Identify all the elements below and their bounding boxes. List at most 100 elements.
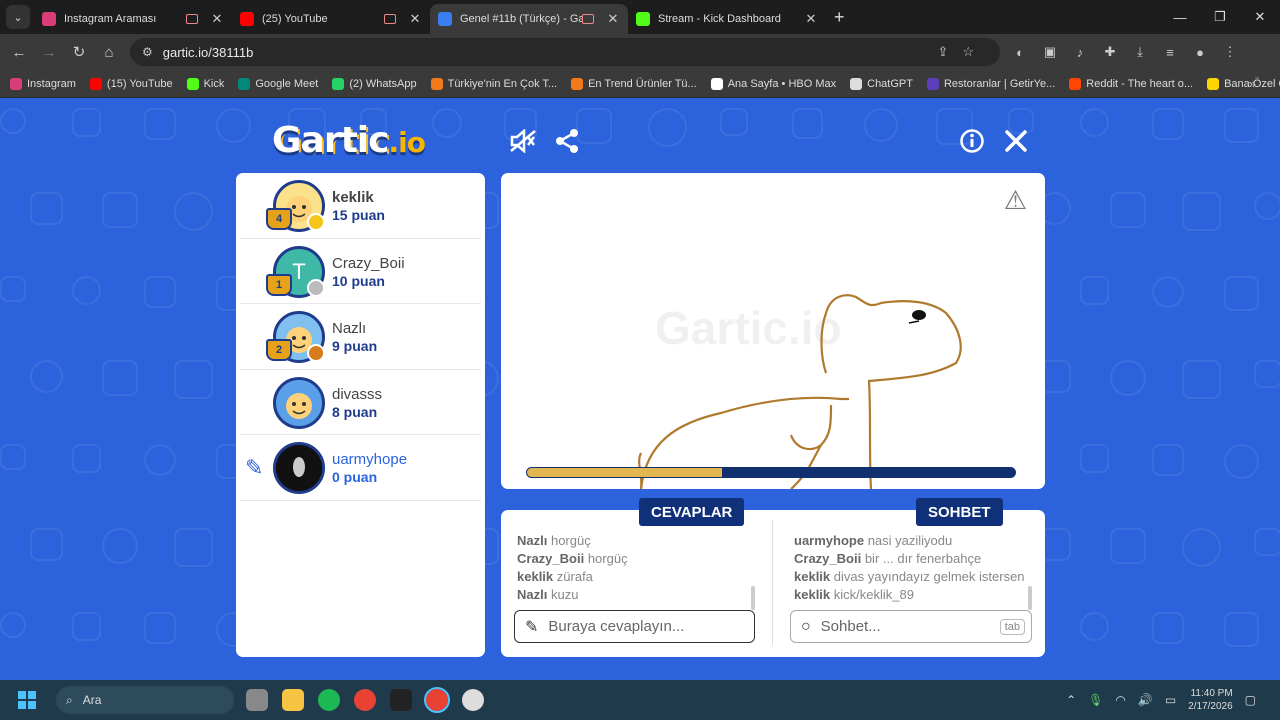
reload-icon[interactable]: ↻ [64, 43, 94, 61]
chat-scrollbar[interactable] [1028, 586, 1032, 610]
message-line: uarmyhope nasi yaziliyodu [794, 532, 1025, 550]
address-bar[interactable]: ⚙ gartic.io/38111b ⇪☆ [130, 38, 1000, 66]
tab-audio-icon[interactable] [384, 14, 396, 24]
close-icon[interactable] [1001, 126, 1031, 156]
avatar [273, 442, 325, 494]
file-explorer-icon[interactable] [282, 689, 304, 711]
browser-tab[interactable]: Genel #11b (Türkçe) - Gartic.io ✕ [430, 4, 628, 34]
player-name: Nazlı [332, 320, 367, 337]
message-user: Nazlı [517, 587, 548, 602]
window-controls: — ❐ ✕ [1160, 0, 1280, 34]
task-view-icon[interactable] [246, 689, 268, 711]
extension-icon[interactable]: ◐ [1010, 42, 1030, 62]
message-text: nasi yaziliyodu [867, 533, 953, 548]
bookmark-item[interactable]: En Trend Ürünler Tü... [571, 77, 697, 90]
answers-scrollbar[interactable] [751, 586, 755, 610]
taskbar-search[interactable]: ⌕ Ara [56, 686, 234, 714]
background-doodle [1254, 528, 1280, 556]
extension-icon[interactable]: ♪ [1070, 42, 1090, 62]
message-user: keklik [517, 569, 554, 584]
player-row[interactable]: 2 Nazlı 9 puan [240, 304, 481, 370]
chat-list: uarmyhope nasi yaziliyodu Crazy_Boii bir … [794, 532, 1025, 604]
wifi-icon[interactable]: ◠ [1115, 693, 1125, 707]
clock[interactable]: 11:40 PM 2/17/2026 [1188, 687, 1233, 713]
player-row[interactable]: divasss 8 puan [240, 370, 481, 435]
bookmark-item[interactable]: Türkiye'nin En Çok T... [430, 77, 557, 90]
tab-search-icon[interactable]: ⌄ [6, 5, 30, 29]
bookmark-item[interactable]: Ana Sayfa • HBO Max [710, 77, 836, 90]
bookmark-item[interactable]: Reddit - The heart o... [1069, 77, 1193, 90]
back-icon[interactable]: ← [4, 44, 34, 61]
player-row[interactable]: ✎ uarmyhope 0 puan [240, 435, 481, 501]
share-icon[interactable] [552, 126, 582, 156]
gartic-logo[interactable]: Gartic.io [272, 120, 426, 161]
bookmark-item[interactable]: ChatGPT [850, 77, 913, 90]
message-line: keklik kick/keklik_89 [794, 586, 1025, 604]
maximize-icon[interactable]: ❐ [1200, 9, 1240, 25]
volume-icon[interactable]: 🔊 [1138, 693, 1153, 707]
chat-bubble-icon: ○ [801, 617, 811, 635]
media-icon[interactable]: ≡ [1160, 42, 1180, 62]
bookmark-item[interactable]: Instagram [10, 77, 76, 90]
extension-icon[interactable]: ▣ [1040, 42, 1060, 62]
tab-audio-icon[interactable] [186, 14, 198, 24]
player-row[interactable]: T 1 Crazy_Boii 10 puan [240, 239, 481, 304]
start-icon[interactable] [18, 691, 36, 709]
taskbar-apps [246, 687, 484, 713]
profile-avatar[interactable]: ● [1190, 42, 1210, 62]
chat-label: SOHBET [916, 498, 1003, 526]
more-bookmarks-icon[interactable]: » [1249, 76, 1256, 91]
spotify-icon[interactable] [318, 689, 340, 711]
tab-favicon-icon [636, 12, 650, 26]
tab-close-icon[interactable]: ✕ [408, 11, 422, 27]
info-icon[interactable] [957, 126, 987, 156]
bookmark-item[interactable]: (15) YouTube [89, 77, 173, 90]
chrome-icon[interactable] [354, 689, 376, 711]
chevron-up-icon[interactable]: ⌃ [1066, 693, 1076, 707]
minimize-icon[interactable]: — [1160, 10, 1200, 25]
bookmark-star-icon[interactable]: ⇪☆ [937, 44, 988, 60]
mute-sound-icon[interactable] [508, 126, 538, 156]
bookmark-item[interactable]: (2) WhatsApp [332, 77, 417, 90]
puzzle-icon[interactable]: ✚ [1100, 42, 1120, 62]
forward-icon[interactable]: → [34, 44, 64, 61]
bookmark-item[interactable]: Bana Özel Özet [1207, 77, 1280, 90]
browser-tab[interactable]: Instagram Araması ✕ [34, 4, 232, 34]
site-info-icon[interactable]: ⚙ [142, 45, 153, 59]
tab-close-icon[interactable]: ✕ [804, 11, 818, 27]
kebab-menu-icon[interactable]: ⋮ [1220, 42, 1240, 62]
background-doodle [792, 108, 823, 139]
chat-input[interactable]: ○ Sohbet... tab [790, 610, 1032, 643]
chrome-active-icon[interactable] [424, 687, 450, 713]
answer-input[interactable]: ✎ Buraya cevaplayın... [514, 610, 755, 643]
extensions-area: ◐ ▣ ♪ ✚ ⤓ ≡ ● ⋮ [1010, 42, 1240, 62]
panel-divider [772, 520, 773, 645]
message-user: keklik [794, 569, 831, 584]
background-doodle [174, 360, 213, 399]
new-tab-icon[interactable]: + [834, 7, 845, 28]
player-points: 0 puan [332, 469, 378, 485]
home-icon[interactable]: ⌂ [94, 44, 124, 61]
notifications-icon[interactable]: ▢ [1245, 693, 1256, 707]
background-doodle [144, 108, 176, 140]
drawing-canvas[interactable]: Gartic.io ⚠ [501, 173, 1045, 489]
tab-close-icon[interactable]: ✕ [606, 11, 620, 27]
browser-tab[interactable]: (25) YouTube ✕ [232, 4, 430, 34]
app-icon[interactable] [390, 689, 412, 711]
search-icon: ⌕ [66, 692, 73, 707]
bookmark-item[interactable]: Kick [186, 77, 224, 90]
tab-close-icon[interactable]: ✕ [210, 11, 224, 27]
player-row[interactable]: 4 keklik 15 puan [240, 173, 481, 239]
status-dot [307, 278, 325, 297]
bookmark-item[interactable]: Restoranlar | GetirYe... [926, 77, 1055, 90]
message-user: Nazlı [517, 533, 548, 548]
tab-audio-icon[interactable] [582, 14, 594, 24]
tab-favicon-icon [240, 12, 254, 26]
browser-tab[interactable]: Stream - Kick Dashboard ✕ [628, 4, 826, 34]
obs-icon[interactable] [462, 689, 484, 711]
close-window-icon[interactable]: ✕ [1240, 9, 1280, 25]
download-icon[interactable]: ⤓ [1130, 42, 1150, 62]
bookmark-item[interactable]: Google Meet [238, 77, 318, 90]
battery-icon[interactable]: ▭ [1165, 693, 1176, 707]
microphone-icon[interactable]: 🎙 [1088, 693, 1103, 707]
